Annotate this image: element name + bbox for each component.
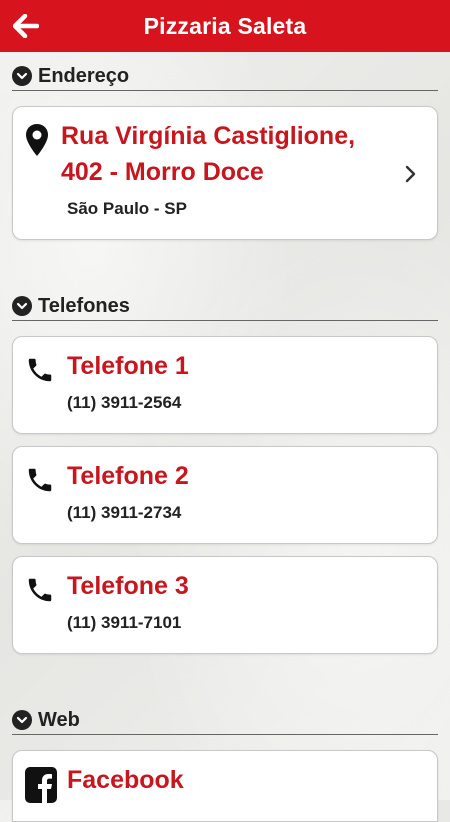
chevron-down-icon [12,296,32,316]
phone-icon [28,578,52,602]
phone-card-3[interactable]: Telefone 3 (11) 3911-7101 [12,556,438,654]
phone-number: (11) 3911-2564 [67,393,182,412]
section-label: Telefones [38,294,130,317]
back-button[interactable] [12,12,40,40]
page-title: Pizzaria Saleta [143,12,307,39]
phone-card-1[interactable]: Telefone 1 (11) 3911-2564 [12,336,438,434]
chevron-right-icon [405,165,416,183]
phone-icon [28,358,52,382]
arrow-left-icon [13,14,39,38]
section-label: Endereço [38,64,130,87]
phone-title: Telefone 2 [67,462,189,490]
app-header: Pizzaria Saleta [0,0,450,52]
phone-icon [28,468,52,492]
phone-number: (11) 3911-7101 [67,613,182,632]
facebook-icon [25,767,57,803]
address-street-line2: 402 - Morro Doce [61,158,264,186]
address-card[interactable]: Rua Virgínia Castiglione, 402 - Morro Do… [12,106,438,240]
address-street-line1: Rua Virgínia Castiglione, [61,122,356,150]
web-link-title: Facebook [67,766,184,794]
chevron-down-icon [12,66,32,86]
phone-card-2[interactable]: Telefone 2 (11) 3911-2734 [12,446,438,544]
facebook-card[interactable]: Facebook [12,750,438,822]
section-header-address[interactable]: Endereço [12,62,438,91]
address-city: São Paulo - SP [67,199,187,218]
phone-title: Telefone 3 [67,572,189,600]
map-pin-icon [26,124,48,156]
phone-number: (11) 3911-2734 [67,503,182,522]
section-header-web[interactable]: Web [12,706,438,735]
section-header-phones[interactable]: Telefones [12,292,438,321]
phone-title: Telefone 1 [67,352,189,380]
section-label: Web [38,708,80,731]
chevron-down-icon [12,710,32,730]
